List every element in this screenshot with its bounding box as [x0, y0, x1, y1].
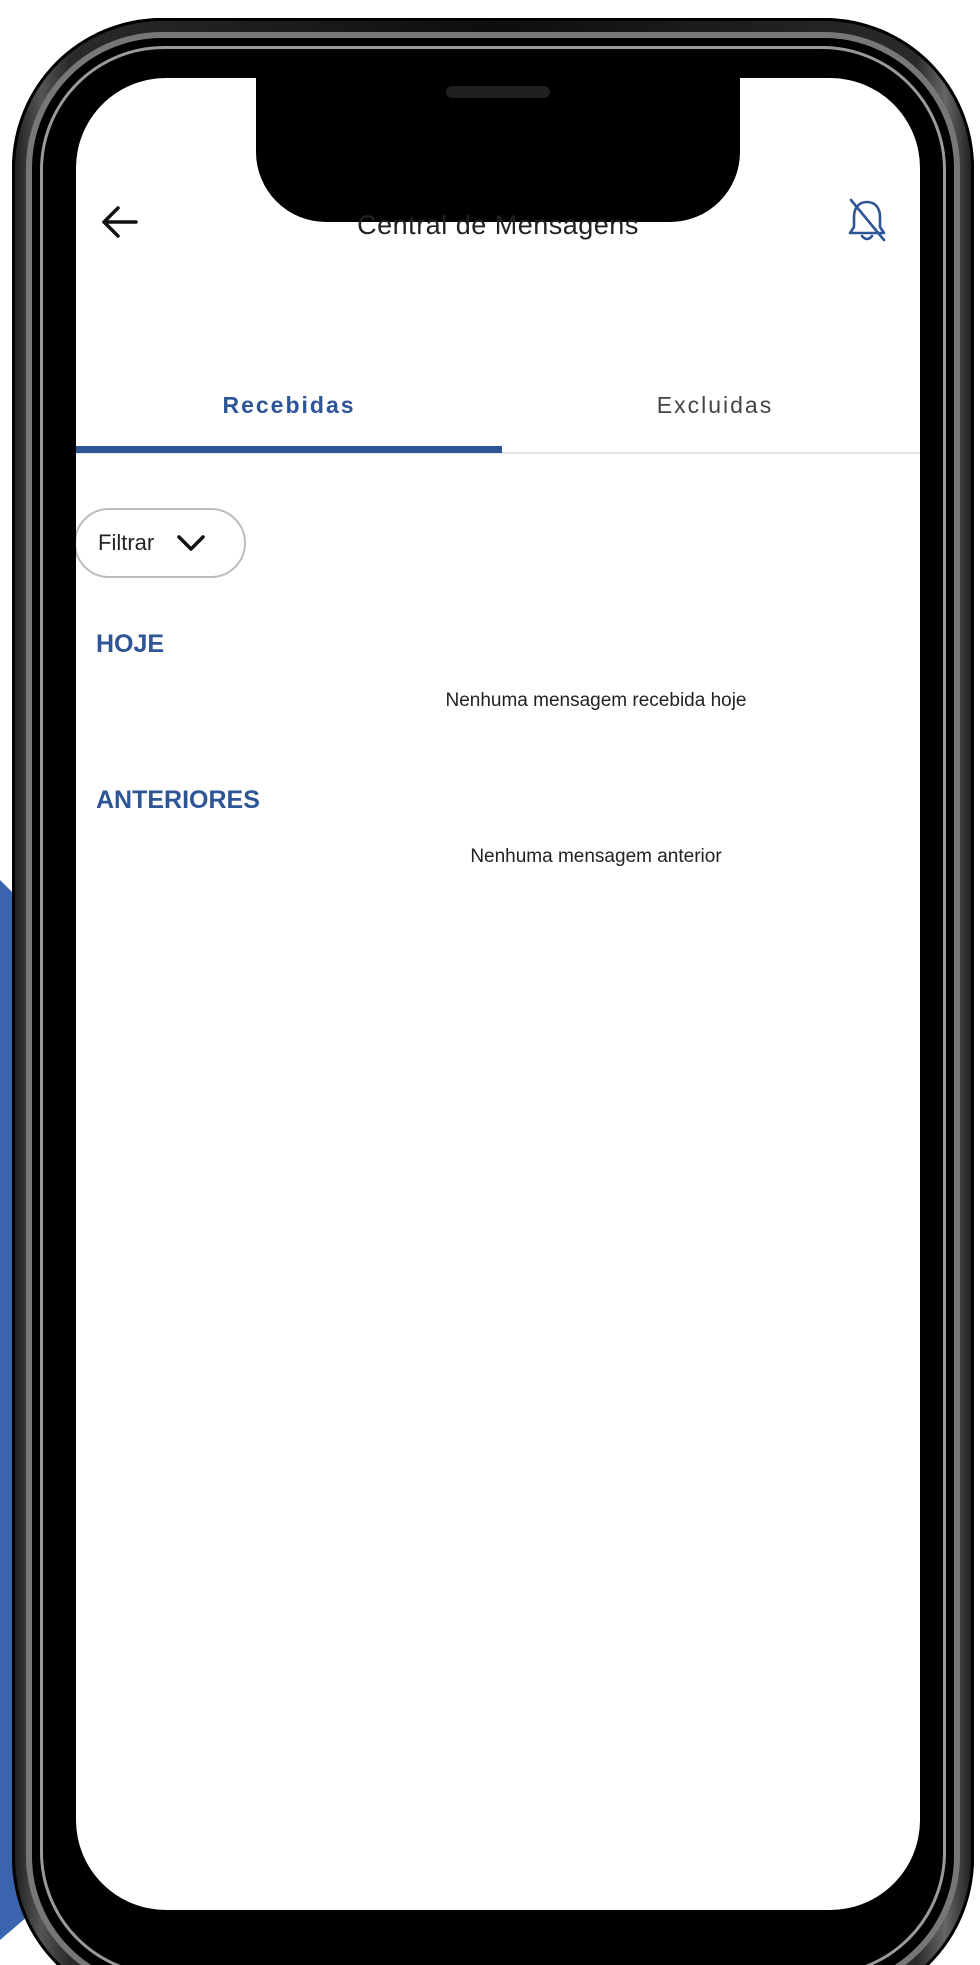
- empty-message-hoje: Nenhuma mensagem recebida hoje: [445, 690, 747, 711]
- filter-label: Filtrar: [98, 530, 155, 555]
- notifications-toggle-button[interactable]: [842, 192, 892, 248]
- section-title-hoje: HOJE: [96, 630, 165, 658]
- phone-screen: Central de Mensagens Recebidas Excluidas…: [76, 78, 920, 1910]
- filter-dropdown[interactable]: Filtrar: [76, 508, 246, 578]
- page-title: Central de Mensagens: [357, 210, 639, 240]
- stage: Central de Mensagens Recebidas Excluidas…: [0, 0, 980, 1965]
- message-tabs: Recebidas Excluidas: [76, 358, 920, 454]
- empty-message-anteriores: Nenhuma mensagem anterior: [470, 846, 722, 867]
- section-title-anteriores: ANTERIORES: [96, 786, 260, 814]
- tab-excluidas[interactable]: Excluidas: [502, 358, 920, 452]
- tab-recebidas[interactable]: Recebidas: [76, 358, 502, 452]
- speaker-grille: [446, 86, 550, 98]
- active-tab-indicator: [76, 446, 502, 453]
- app-header: Central de Mensagens: [76, 178, 920, 258]
- chevron-down-icon: [177, 535, 205, 551]
- bell-off-icon: [848, 198, 886, 242]
